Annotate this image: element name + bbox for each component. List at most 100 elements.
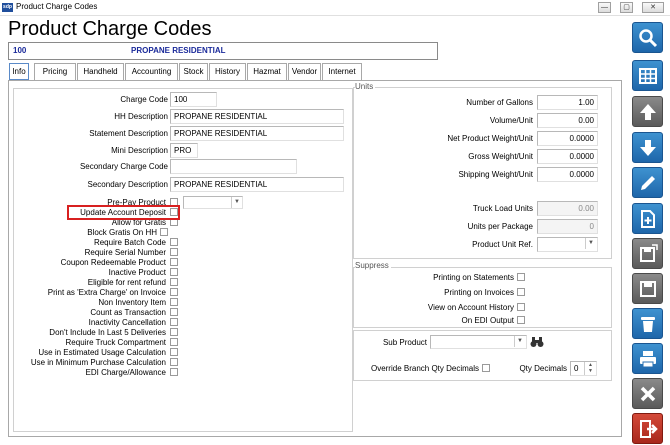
checkbox-label: Eligible for rent refund [87, 278, 166, 287]
view-account-history-checkbox[interactable] [517, 303, 525, 311]
checkbox-label: Coupon Redeemable Product [60, 258, 166, 267]
delete-button[interactable] [632, 308, 663, 339]
header-code: 100 [13, 46, 27, 55]
gross-weight-field[interactable]: 0.0000 [537, 149, 598, 164]
print-extra-charge-checkbox[interactable] [170, 288, 178, 296]
checkbox-label: Block Gratis On HH [87, 228, 157, 237]
minimize-button[interactable]: — [598, 2, 611, 13]
statement-description-label: Statement Description [89, 129, 168, 138]
save-button[interactable] [632, 273, 663, 304]
checkbox-label: Non Inventory Item [98, 298, 166, 307]
override-branch-qty-checkbox[interactable] [482, 364, 490, 372]
pencil-icon [641, 176, 655, 190]
header-description: PROPANE RESIDENTIAL [131, 46, 226, 55]
new-document-icon [641, 210, 655, 228]
copy-save-icon [640, 244, 658, 262]
edit-button[interactable] [632, 167, 663, 198]
tab-handheld[interactable]: Handheld [77, 63, 124, 80]
exit-icon [640, 420, 658, 438]
hh-description-label: HH Description [114, 112, 168, 121]
tab-accounting[interactable]: Accounting [125, 63, 178, 80]
tab-vendor[interactable]: Vendor [288, 63, 321, 80]
number-of-gallons-field[interactable]: 1.00 [537, 95, 598, 110]
tab-info[interactable]: Info [9, 63, 29, 80]
print-icon [640, 351, 656, 368]
non-inventory-item-checkbox[interactable] [170, 298, 178, 306]
printing-statements-label: Printing on Statements [433, 273, 514, 282]
tab-internet[interactable]: Internet [322, 63, 362, 80]
sub-product-label: Sub Product [382, 338, 427, 347]
checkbox-label: Use in Minimum Purchase Calculation [30, 358, 166, 367]
secondary-description-field[interactable]: PROPANE RESIDENTIAL [170, 177, 344, 192]
close-window-button[interactable]: ✕ [642, 2, 664, 13]
coupon-redeemable-checkbox[interactable] [170, 258, 178, 266]
edi-charge-allowance-checkbox[interactable] [170, 368, 178, 376]
edi-output-label: On EDI Output [461, 316, 514, 325]
printing-invoices-checkbox[interactable] [517, 288, 525, 296]
arrow-down-icon [640, 140, 656, 156]
maximize-button[interactable]: ▢ [620, 2, 633, 13]
grid-button[interactable] [632, 60, 663, 91]
secondary-charge-code-field[interactable] [170, 159, 297, 174]
checkbox-label: Inactive Product [108, 268, 166, 277]
product-unit-ref-label: Product Unit Ref. [472, 240, 533, 249]
volume-unit-label: Volume/Unit [489, 116, 533, 125]
inactive-product-checkbox[interactable] [170, 268, 178, 276]
tab-pricing[interactable]: Pricing [34, 63, 76, 80]
secondary-description-label: Secondary Description [87, 180, 168, 189]
tab-hazmat[interactable]: Hazmat [247, 63, 287, 80]
net-weight-field[interactable]: 0.0000 [537, 131, 598, 146]
eligible-rent-refund-checkbox[interactable] [170, 278, 178, 286]
new-button[interactable] [632, 203, 663, 234]
cancel-button[interactable] [632, 378, 663, 409]
charge-code-field[interactable]: 100 [170, 92, 217, 107]
exclude-last-deliveries-checkbox[interactable] [170, 328, 178, 336]
checkbox-label: Count as Transaction [90, 308, 166, 317]
require-truck-compartment-checkbox[interactable] [170, 338, 178, 346]
chevron-down-icon: ▼ [231, 197, 242, 208]
tab-stock[interactable]: Stock [179, 63, 208, 80]
estimated-usage-checkbox[interactable] [170, 348, 178, 356]
edi-output-checkbox[interactable] [517, 316, 525, 324]
search-button[interactable] [632, 22, 663, 53]
secondary-charge-code-label: Secondary Charge Code [79, 162, 168, 171]
printing-statements-checkbox[interactable] [517, 273, 525, 281]
print-button[interactable] [632, 343, 663, 374]
next-record-button[interactable] [632, 132, 663, 163]
search-icon [639, 29, 658, 48]
view-account-history-label: View on Account History [427, 303, 514, 312]
exit-button[interactable] [632, 413, 663, 444]
volume-unit-field[interactable]: 0.00 [537, 113, 598, 128]
chevron-down-icon: ▼ [514, 336, 525, 347]
hh-description-field[interactable]: PROPANE RESIDENTIAL [170, 109, 344, 124]
chevron-down-icon: ▼ [585, 238, 596, 249]
highlight-box [67, 205, 180, 220]
charge-code-label: Charge Code [120, 95, 168, 104]
mini-description-field[interactable]: PRO [170, 143, 198, 158]
previous-record-button[interactable] [632, 96, 663, 127]
save-icon [640, 281, 656, 297]
require-serial-number-checkbox[interactable] [170, 248, 178, 256]
checkbox-label: Require Batch Code [93, 238, 166, 247]
truck-load-units-label: Truck Load Units [472, 204, 533, 213]
copy-save-button[interactable] [632, 238, 663, 269]
binoculars-icon[interactable] [530, 336, 544, 348]
number-of-gallons-label: Number of Gallons [466, 98, 533, 107]
stepper-arrows-icon[interactable]: ▲ ▼ [584, 362, 596, 375]
window-title: Product Charge Codes [16, 2, 98, 11]
inactivity-cancellation-checkbox[interactable] [170, 318, 178, 326]
minimum-purchase-checkbox[interactable] [170, 358, 178, 366]
require-batch-code-checkbox[interactable] [170, 238, 178, 246]
block-gratis-checkbox[interactable] [160, 228, 168, 236]
sub-product-select[interactable] [430, 335, 527, 349]
shipping-weight-label: Shipping Weight/Unit [458, 170, 533, 179]
statement-description-field[interactable]: PROPANE RESIDENTIAL [170, 126, 344, 141]
count-as-transaction-checkbox[interactable] [170, 308, 178, 316]
shipping-weight-field[interactable]: 0.0000 [537, 167, 598, 182]
units-per-package-field[interactable]: 0 [537, 219, 598, 234]
suppress-section-label: Suppress [355, 261, 391, 270]
app-logo-icon: sdp [2, 3, 13, 12]
truck-load-units-field[interactable]: 0.00 [537, 201, 598, 216]
override-branch-qty-label: Override Branch Qty Decimals [370, 364, 479, 373]
tab-history[interactable]: History [209, 63, 246, 80]
